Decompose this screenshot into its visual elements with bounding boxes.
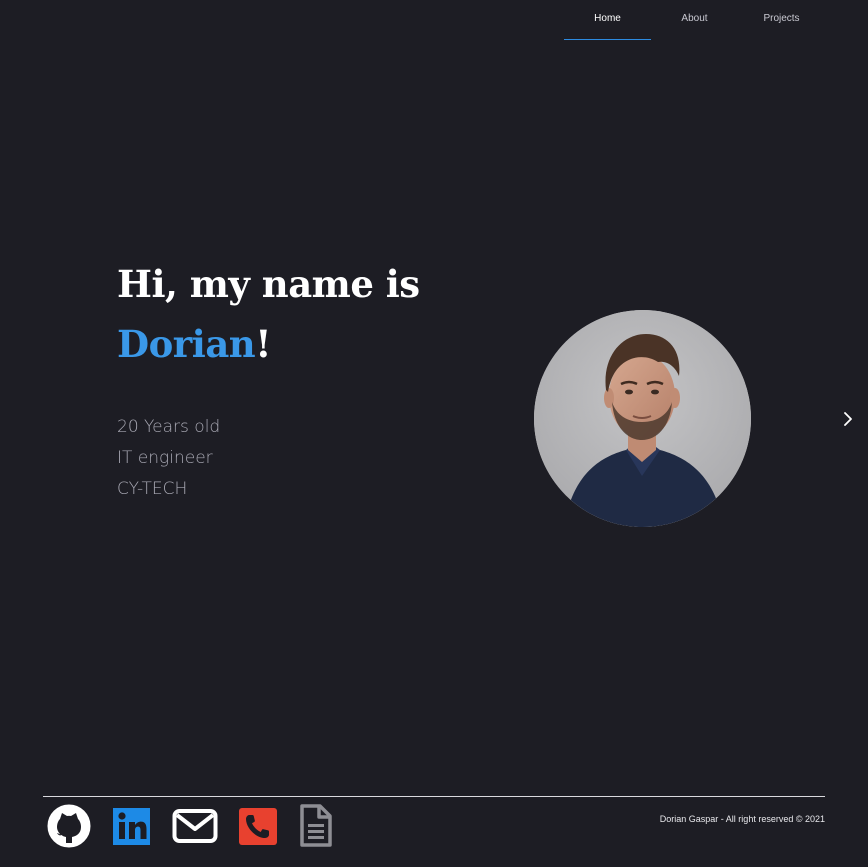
nav-about[interactable]: About [651, 0, 738, 40]
linkedin-icon [113, 808, 150, 845]
fact-age: 20 Years old [117, 417, 221, 437]
resume-link[interactable] [298, 803, 334, 849]
chevron-right-icon[interactable] [838, 408, 858, 430]
avatar [534, 310, 751, 527]
fact-job: IT engineer [117, 448, 213, 468]
email-link[interactable] [172, 808, 218, 844]
footer-divider [43, 796, 825, 797]
nav-projects[interactable]: Projects [738, 0, 825, 40]
hero-greeting: Hi, my name is [117, 262, 420, 306]
document-icon [300, 804, 332, 847]
hero-name: Dorian [117, 322, 256, 366]
phone-icon [239, 808, 277, 845]
linkedin-link[interactable] [112, 806, 152, 846]
facts-list: 20 Years old IT engineer CY-TECH [117, 412, 220, 505]
fact-school: CY-TECH [117, 479, 188, 499]
github-icon [47, 804, 91, 848]
top-nav: Home About Projects [564, 0, 825, 42]
copyright-text: Dorian Gaspar - All right reserved © 202… [659, 814, 825, 824]
phone-link[interactable] [238, 806, 278, 846]
hero-name-line: Dorian! [117, 314, 420, 374]
github-link[interactable] [46, 803, 92, 849]
page: Home About Projects Hi, my name is Doria… [0, 0, 868, 867]
nav-home[interactable]: Home [564, 0, 651, 40]
email-icon [172, 809, 218, 843]
hero-exclaim: ! [255, 322, 271, 366]
social-links [46, 803, 354, 849]
hero-heading: Hi, my name is Dorian! [117, 254, 420, 374]
